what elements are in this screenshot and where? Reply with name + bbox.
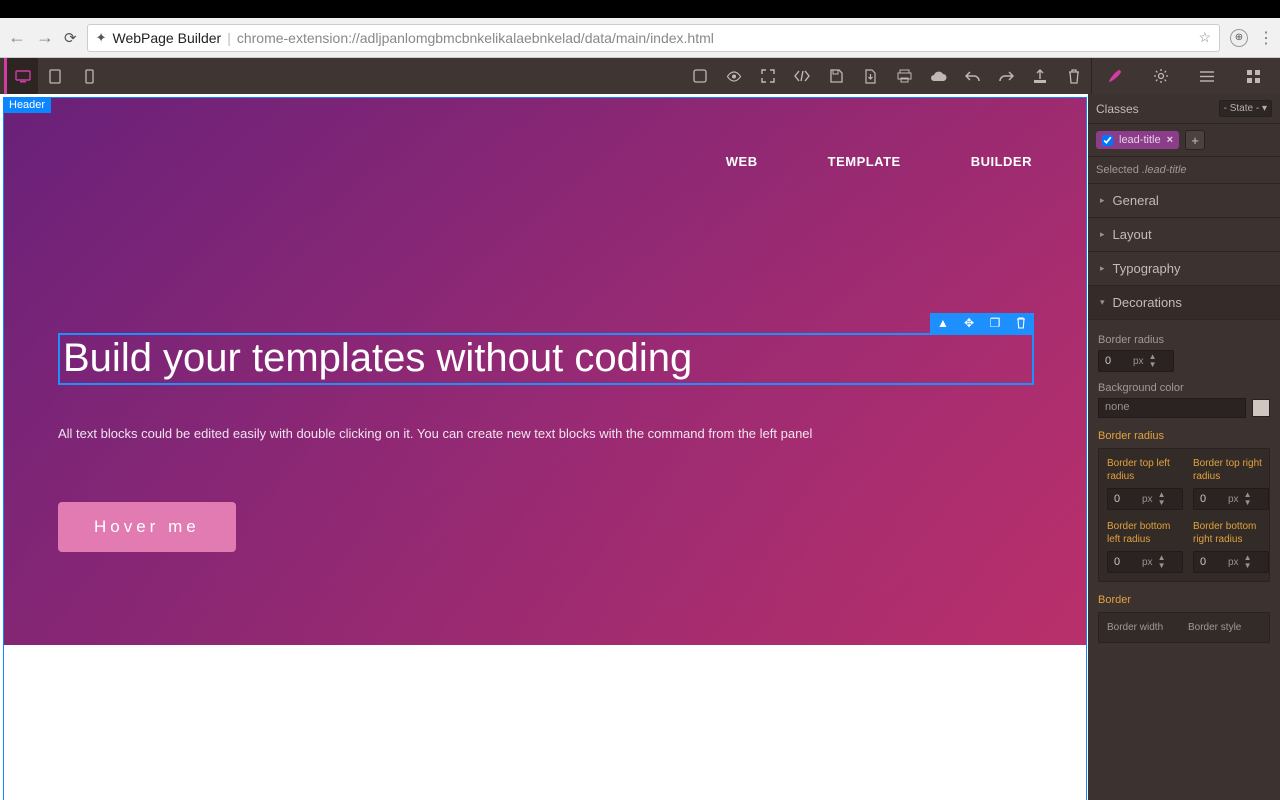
forward-button[interactable]: → [36,27,54,48]
panel-tab-blocks[interactable] [1230,69,1276,84]
panel-tab-settings[interactable] [1138,68,1184,84]
canvas-below-fold[interactable] [4,648,1086,800]
nav-item-template[interactable]: TEMPLATE [828,154,901,169]
canvas-area[interactable]: Header WEB TEMPLATE BUILDER ▲ ✥ ❐ Build … [0,94,1088,800]
sel-move-icon[interactable]: ✥ [956,313,982,333]
undo-button[interactable] [955,58,989,94]
hero-nav: WEB TEMPLATE BUILDER [58,154,1032,169]
corner-bl-input[interactable]: px▲▼ [1107,551,1183,573]
export-button[interactable] [853,58,887,94]
classes-label: Classes [1096,102,1139,116]
lead-subtitle-text[interactable]: All text blocks could be edited easily w… [58,420,926,449]
bookmark-star-icon[interactable]: ☆ [1198,29,1211,46]
decorations-body: Border radius px ▲▼ Background color non… [1088,320,1280,655]
accordion-typography[interactable]: ▸Typography [1088,252,1280,286]
selected-selector-line: Selected .lead-title [1088,157,1280,184]
sel-delete-icon[interactable] [1008,313,1034,333]
clear-canvas-button[interactable] [1057,58,1091,94]
browser-toolbar: ← → ⟳ ✦ WebPage Builder | chrome-extensi… [0,18,1280,58]
sel-move-up-icon[interactable]: ▲ [930,313,956,333]
fullscreen-button[interactable] [751,58,785,94]
save-button[interactable] [819,58,853,94]
selected-element-badge: Header [3,97,51,113]
device-mobile-button[interactable] [72,58,106,94]
selection-outline: ▲ ✥ ❐ Build your templates without codin… [58,333,1034,385]
bg-color-value[interactable]: none [1098,398,1246,418]
class-tag-checkbox[interactable] [1102,135,1113,146]
panel-tab-layers[interactable] [1184,70,1230,83]
border-radius-label: Border radius [1098,334,1270,346]
bg-color-swatch[interactable] [1252,399,1270,417]
builder-toolbar [0,58,1280,94]
cloud-button[interactable] [921,58,955,94]
import-button[interactable] [1023,58,1057,94]
redo-button[interactable] [989,58,1023,94]
device-desktop-button[interactable] [4,58,38,94]
style-panel: Classes - State - ▾ lead-title × + Selec… [1088,94,1280,800]
extension-badge-icon[interactable]: ⊕ [1230,29,1248,47]
view-code-button[interactable] [785,58,819,94]
add-class-button[interactable]: + [1185,130,1205,150]
corner-tr-input[interactable]: px▲▼ [1193,488,1269,510]
preview-button[interactable] [717,58,751,94]
bg-color-label: Background color [1098,382,1270,394]
extension-icon: ✦ [96,30,107,46]
panel-tab-style[interactable] [1092,68,1138,84]
outline-toggle-button[interactable] [683,58,717,94]
border-radius-section: Border radius [1098,430,1270,442]
state-dropdown[interactable]: - State - ▾ [1219,100,1272,117]
print-button[interactable] [887,58,921,94]
corner-br-label: Border bottom right radius [1193,520,1269,546]
canvas-frame: WEB TEMPLATE BUILDER ▲ ✥ ❐ Build your te… [3,97,1087,800]
accordion-decorations[interactable]: ▾Decorations [1088,286,1280,320]
hero-cta-button[interactable]: Hover me [58,502,236,552]
border-radius-input[interactable]: px ▲▼ [1098,350,1174,372]
page-title: WebPage Builder [112,30,221,46]
macos-blackbar [0,0,1280,18]
nav-item-web[interactable]: WEB [726,154,758,169]
sel-copy-icon[interactable]: ❐ [982,313,1008,333]
corner-tr-label: Border top right radius [1193,457,1269,483]
border-width-label: Border width [1107,621,1180,634]
corner-br-input[interactable]: px▲▼ [1193,551,1269,573]
selection-toolbar: ▲ ✥ ❐ [930,313,1034,333]
border-radius-corners: Border top left radius px▲▼ Border top r… [1098,448,1270,582]
border-style-label: Border style [1188,621,1261,634]
lead-title-text[interactable]: Build your templates without coding [60,335,1032,380]
border-radius-value[interactable] [1099,355,1133,367]
browser-menu-icon[interactable]: ⋮ [1258,28,1272,48]
corner-tl-label: Border top left radius [1107,457,1183,483]
page-url: chrome-extension://adljpanlomgbmcbnkelik… [237,30,714,46]
hero-section[interactable]: WEB TEMPLATE BUILDER ▲ ✥ ❐ Build your te… [4,98,1086,645]
border-props: Border width Border style [1098,612,1270,643]
class-tag-lead-title[interactable]: lead-title × [1096,131,1179,149]
accordion-layout[interactable]: ▸Layout [1088,218,1280,252]
device-tablet-button[interactable] [38,58,72,94]
corner-tl-input[interactable]: px▲▼ [1107,488,1183,510]
spinner-down-icon[interactable]: ▼ [1146,361,1160,369]
accordion-general[interactable]: ▸General [1088,184,1280,218]
corner-bl-label: Border bottom left radius [1107,520,1183,546]
address-bar[interactable]: ✦ WebPage Builder | chrome-extension://a… [87,24,1220,52]
reload-button[interactable]: ⟳ [64,29,77,47]
nav-item-builder[interactable]: BUILDER [971,154,1032,169]
border-section: Border [1098,594,1270,606]
back-button[interactable]: ← [8,27,26,48]
class-tag-remove-icon[interactable]: × [1167,134,1173,146]
